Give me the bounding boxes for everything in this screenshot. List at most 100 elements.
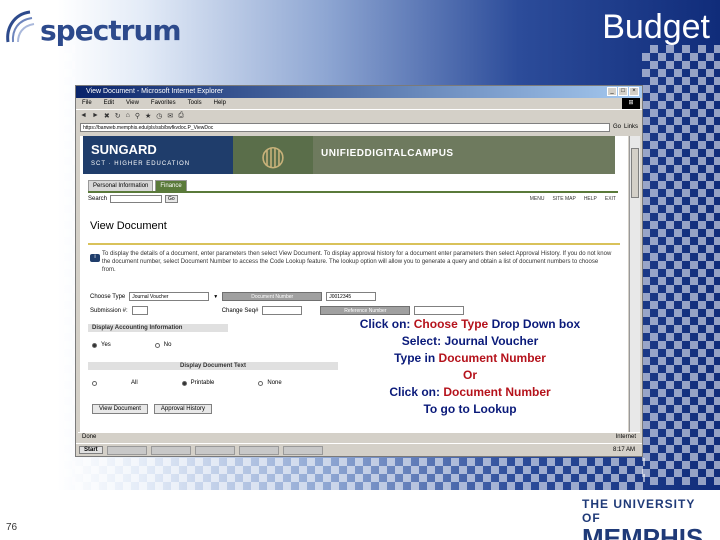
taskbar-item[interactable]: [238, 445, 279, 455]
taskbar-item[interactable]: [150, 445, 191, 455]
callout-text: Lookup: [473, 402, 517, 416]
form-button-row: View Document Approval History: [92, 404, 212, 414]
yes-label: Yes: [101, 342, 111, 348]
browser-menubar: File Edit View Favorites Tools Help ⊞: [76, 98, 642, 109]
callout-line-3: Type in Document Number: [340, 350, 600, 367]
link-menu[interactable]: MENU: [530, 196, 545, 202]
history-icon[interactable]: ◷: [156, 112, 162, 120]
callout-text: Journal Voucher: [444, 334, 539, 348]
callout-highlight: Document Number: [443, 385, 551, 399]
sungard-logo: SUNGARD SCT · HIGHER EDUCATION: [83, 136, 233, 174]
start-button[interactable]: Start: [79, 446, 103, 454]
print-icon[interactable]: ⎙: [178, 112, 184, 120]
no-radio[interactable]: [154, 342, 160, 348]
document-number-button[interactable]: Document Number: [222, 292, 323, 301]
callout-highlight: Document Number: [438, 351, 546, 365]
forward-icon[interactable]: ►: [92, 112, 99, 119]
change-seq-label: Change Seq#: [221, 307, 259, 314]
minimize-button[interactable]: _: [607, 87, 617, 96]
search-go-button[interactable]: Go: [165, 195, 178, 203]
printable-radio[interactable]: [181, 380, 187, 386]
unified-digital-campus: UNIFIEDDIGITALCAMPUS: [313, 136, 615, 174]
refresh-icon[interactable]: ↻: [115, 112, 121, 120]
search-icon[interactable]: ⚲: [135, 112, 140, 120]
sungard-banner: SUNGARD SCT · HIGHER EDUCATION ◍ UNIFIED…: [83, 136, 615, 174]
callout-highlight: Choose Type: [413, 317, 489, 331]
choose-type-label: Choose Type: [90, 293, 126, 300]
top-links: MENU SITE MAP HELP EXIT: [530, 196, 616, 202]
view-document-button[interactable]: View Document: [92, 404, 148, 414]
chevron-down-icon[interactable]: ▼: [213, 294, 218, 300]
memphis-logo-top: THE UNIVERSITY OF: [582, 497, 696, 525]
close-button[interactable]: ×: [629, 87, 639, 96]
callout-line-2: Select: Journal Voucher: [340, 333, 600, 350]
search-input[interactable]: [110, 195, 163, 203]
browser-title: View Document - Microsoft Internet Explo…: [86, 88, 224, 95]
choose-type-dropdown[interactable]: Journal Voucher: [129, 292, 210, 301]
maximize-button[interactable]: □: [618, 87, 628, 96]
vertical-scrollbar[interactable]: [629, 136, 640, 432]
document-number-input[interactable]: J0012345: [326, 292, 377, 301]
text-radio-row: All Printable None: [92, 380, 282, 386]
stop-icon[interactable]: ✖: [104, 112, 110, 120]
submission-input[interactable]: [131, 306, 148, 315]
windows-logo-icon: ⊞: [622, 98, 640, 109]
callout-line-4: Or: [462, 368, 477, 382]
search-label: Search: [88, 196, 108, 202]
no-label: No: [163, 342, 172, 348]
menu-help[interactable]: Help: [214, 100, 226, 107]
logo-text: spectrum: [40, 14, 182, 47]
search-row: Search Go: [88, 195, 178, 203]
taskbar-item[interactable]: [194, 445, 235, 455]
all-label: All: [131, 380, 138, 386]
slide-number: 76: [6, 522, 18, 533]
home-icon[interactable]: ⌂: [126, 112, 130, 119]
none-label: None: [267, 380, 282, 386]
taskbar-clock: 8:17 AM: [612, 447, 635, 453]
status-bar: Done Internet: [78, 432, 640, 442]
slide-title: Budget: [602, 8, 710, 46]
link-exit[interactable]: EXIT: [605, 196, 616, 202]
taskbar-item[interactable]: [282, 445, 323, 455]
menu-favorites[interactable]: Favorites: [151, 100, 176, 107]
taskbar-item[interactable]: [106, 445, 147, 455]
callout-text: Select:: [401, 334, 445, 348]
change-seq-input[interactable]: [262, 306, 303, 315]
callout-text: Type in: [394, 351, 439, 365]
callout-text: Drop Down box: [488, 317, 581, 331]
scrollbar-thumb[interactable]: [631, 148, 639, 198]
none-radio[interactable]: [258, 380, 264, 386]
mail-icon[interactable]: ✉: [167, 112, 173, 120]
yes-radio[interactable]: [92, 342, 97, 348]
memphis-logo: THE UNIVERSITY OF MEMPHIS: [582, 497, 714, 540]
favorites-icon[interactable]: ★: [145, 112, 151, 120]
back-icon[interactable]: ◄: [80, 112, 87, 119]
title-divider: [88, 243, 620, 245]
links-button[interactable]: Links: [624, 124, 638, 130]
sungard-name: SUNGARD: [91, 142, 157, 157]
status-left: Done: [82, 434, 97, 440]
menu-edit[interactable]: Edit: [104, 100, 114, 107]
address-input[interactable]: https://banweb.memphis.edu/pls/ssb/bwfkv…: [80, 122, 610, 132]
menu-tools[interactable]: Tools: [188, 100, 202, 107]
reference-number-input[interactable]: [414, 306, 465, 315]
callout-text: To go to: [423, 402, 474, 416]
go-button[interactable]: Go: [613, 124, 621, 130]
instruction-callout: Click on: Choose Type Drop Down box Sele…: [340, 316, 600, 418]
accounting-radio-row: Yes No: [92, 342, 171, 348]
status-right: Internet: [615, 434, 636, 440]
spectrum-swirl-icon: [6, 10, 35, 43]
instructions-text: To display the details of a document, en…: [102, 251, 612, 273]
approval-history-button[interactable]: Approval History: [153, 404, 212, 414]
link-help[interactable]: HELP: [584, 196, 597, 202]
choose-type-row: Choose Type Journal Voucher ▼ Document N…: [90, 292, 377, 301]
callout-line-1: Click on: Choose Type Drop Down box: [340, 316, 600, 333]
all-radio[interactable]: [92, 380, 97, 386]
reference-number-button[interactable]: Reference Number: [320, 306, 411, 315]
menu-file[interactable]: File: [82, 100, 92, 107]
link-site-map[interactable]: SITE MAP: [552, 196, 575, 202]
memphis-logo-main: MEMPHIS: [582, 523, 704, 540]
callout-line-5: Click on: Document Number: [340, 384, 600, 401]
choose-type-value: Journal Voucher: [132, 294, 169, 300]
menu-view[interactable]: View: [126, 100, 139, 107]
